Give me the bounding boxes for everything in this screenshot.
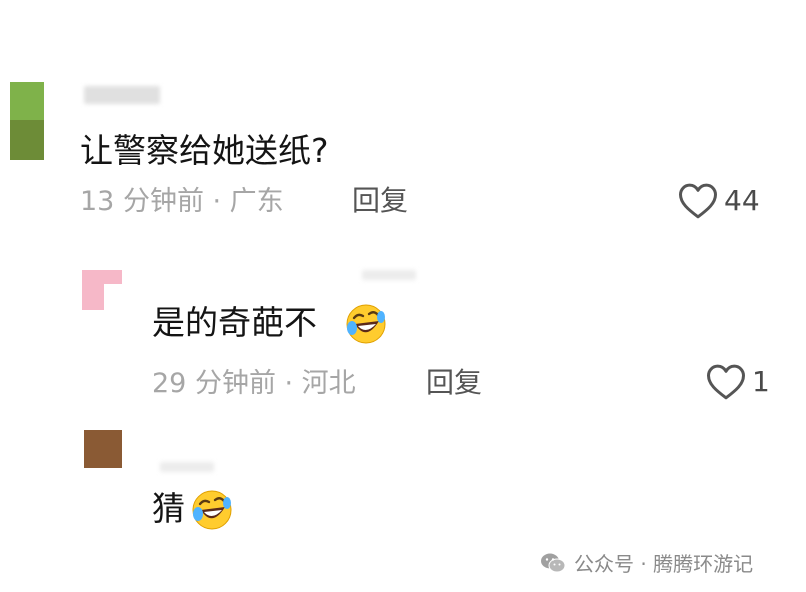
avatar[interactable] — [82, 270, 122, 310]
reply-button[interactable]: 回复 — [352, 187, 408, 215]
comment-text: 让警察给她送纸? — [80, 131, 329, 170]
username-blurred[interactable] — [362, 270, 416, 280]
like-button[interactable]: 1 — [706, 363, 770, 401]
like-count: 1 — [752, 365, 770, 398]
watermark: 公众号 · 腾腾环游记 — [540, 548, 753, 577]
avatar[interactable] — [0, 82, 44, 160]
rolling-on-floor-laughing-icon — [346, 304, 386, 344]
avatar[interactable] — [84, 430, 122, 468]
like-button[interactable]: 44 — [678, 182, 760, 220]
comment-text: 是的奇葩不 — [152, 303, 317, 342]
comment-text: 猜 — [152, 489, 185, 528]
username-blurred[interactable] — [84, 86, 160, 104]
comment-meta: 29 分钟前 · 河北 — [152, 368, 356, 399]
like-count: 44 — [724, 184, 760, 217]
rolling-on-floor-laughing-icon — [192, 490, 232, 530]
wechat-icon — [541, 553, 566, 572]
username-blurred[interactable] — [160, 462, 214, 472]
watermark-text: 公众号 · 腾腾环游记 — [574, 552, 754, 576]
comment-meta: 13 分钟前 · 广东 — [80, 186, 284, 217]
heart-icon — [679, 183, 717, 219]
reply-button[interactable]: 回复 — [426, 369, 482, 397]
heart-icon — [707, 364, 745, 400]
